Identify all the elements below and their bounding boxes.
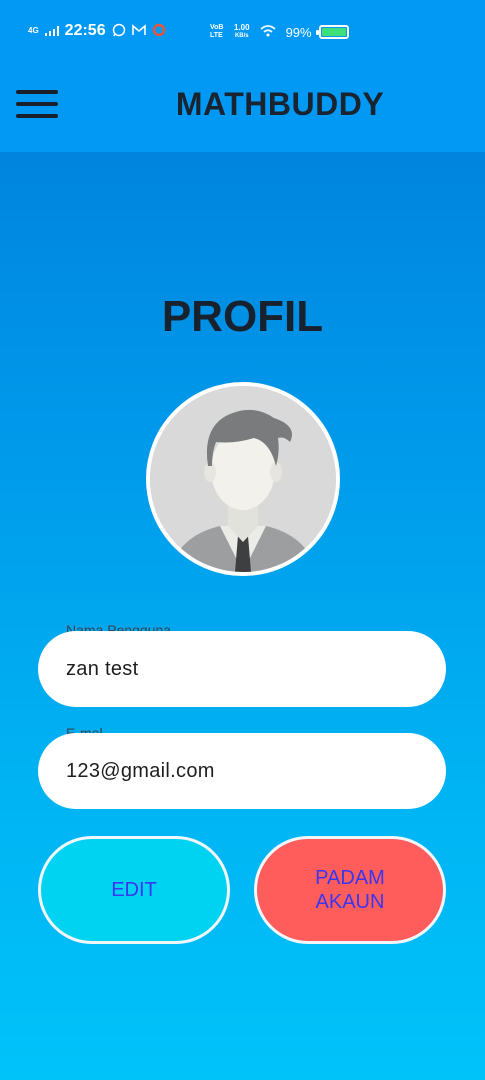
app-notification-icon	[152, 23, 166, 40]
status-bar: 4G 22:56 VoB LTE 1.00 KB/s 99%	[0, 0, 485, 64]
delete-label-line2: AKAUN	[315, 891, 385, 913]
clock: 22:56	[64, 22, 106, 39]
edit-button[interactable]: EDIT	[38, 836, 230, 944]
battery-icon	[316, 25, 349, 39]
volte-indicator: VoB LTE	[210, 24, 224, 39]
edit-button-label: EDIT	[111, 879, 157, 901]
status-left: 4G 22:56	[28, 22, 166, 40]
app-title: MATHBUDDY	[175, 86, 385, 122]
gmail-icon	[131, 23, 146, 39]
network-speed-value: 1.00	[234, 23, 250, 32]
battery-level	[322, 28, 346, 36]
delete-account-button[interactable]: PADAM AKAUN	[254, 836, 446, 944]
status-right: VoB LTE 1.00 KB/s 99%	[210, 24, 312, 40]
delete-label-line1: PADAM	[315, 867, 385, 889]
whatsapp-icon	[112, 23, 126, 40]
signal-icon	[44, 23, 59, 39]
email-field[interactable]: 123@gmail.com	[38, 733, 446, 809]
hamburger-menu-icon[interactable]	[16, 90, 58, 120]
wifi-icon	[260, 24, 276, 40]
app-bar: MATHBUDDY	[0, 64, 485, 152]
network-speed: 1.00 KB/s	[234, 24, 250, 40]
network-type: 4G	[28, 26, 39, 35]
user-avatar-icon	[146, 382, 340, 576]
battery-percent: 99%	[285, 24, 312, 40]
page-title: PROFIL	[161, 292, 324, 341]
network-speed-unit: KB/s	[234, 33, 249, 39]
username-field[interactable]: zan test	[38, 631, 446, 707]
delete-account-label: PADAM AKAUN	[315, 866, 385, 914]
